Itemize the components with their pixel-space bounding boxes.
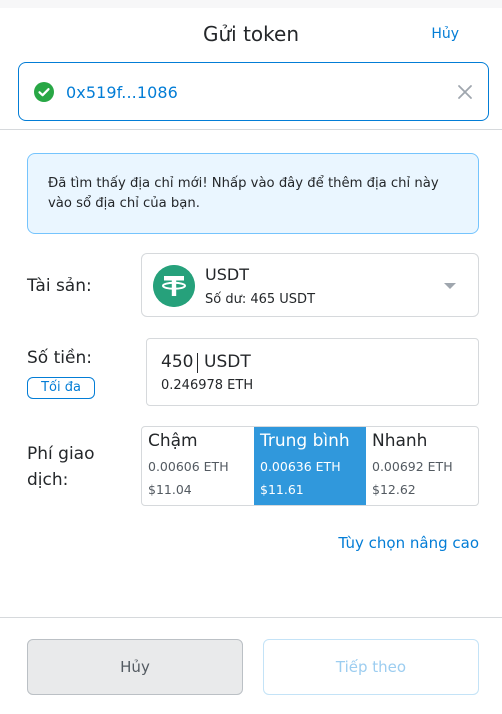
fee-option-eth: 0.00692 ETH xyxy=(372,459,453,474)
header: Gửi token Hủy 0x519f...1086 xyxy=(0,8,502,130)
fee-option-slow[interactable]: Chậm 0.00606 ETH $11.04 xyxy=(142,427,254,505)
close-icon[interactable] xyxy=(456,83,474,101)
asset-label: Tài sản: xyxy=(27,276,92,296)
fee-label-line2: dịch: xyxy=(27,470,69,490)
fee-option-name: Chậm xyxy=(148,431,198,451)
page-title: Gửi token xyxy=(202,22,299,46)
asset-selector[interactable]: USDT Số dư: 465 USDT xyxy=(141,253,479,317)
amount-value: 450 xyxy=(161,352,194,372)
header-cancel-link[interactable]: Hủy xyxy=(431,26,459,42)
send-token-panel: Gửi token Hủy 0x519f...1086 Đã tìm thấy … xyxy=(0,0,502,714)
fee-option-eth: 0.00606 ETH xyxy=(148,459,229,474)
check-circle-icon xyxy=(34,82,54,102)
asset-balance: Số dư: 465 USDT xyxy=(205,292,316,307)
recipient-address: 0x519f...1086 xyxy=(66,83,178,102)
cancel-button[interactable]: Hủy xyxy=(27,639,243,695)
caret-down-icon xyxy=(444,283,456,289)
fee-option-name: Trung bình xyxy=(260,431,350,451)
fee-option-fast[interactable]: Nhanh 0.00692 ETH $12.62 xyxy=(366,427,478,505)
amount-input[interactable]: 450 USDT 0.246978 ETH xyxy=(146,338,479,406)
tether-icon xyxy=(153,265,195,307)
fee-option-average[interactable]: Trung bình 0.00636 ETH $11.61 xyxy=(254,427,366,505)
top-shade xyxy=(0,0,502,8)
amount-converted: 0.246978 ETH xyxy=(161,378,254,393)
footer: Hủy Tiếp theo xyxy=(0,617,502,714)
recipient-address-field[interactable]: 0x519f...1086 xyxy=(18,62,489,121)
fee-label-line1: Phí giao xyxy=(27,444,95,464)
advanced-options-link[interactable]: Tùy chọn nâng cao xyxy=(338,534,479,552)
fee-option-eth: 0.00636 ETH xyxy=(260,459,341,474)
text-cursor xyxy=(197,353,198,373)
amount-unit: USDT xyxy=(204,352,251,372)
new-address-notice[interactable]: Đã tìm thấy địa chỉ mới! Nhấp vào đây để… xyxy=(27,153,479,234)
amount-label: Số tiền: xyxy=(27,348,92,368)
fee-option-name: Nhanh xyxy=(372,431,428,451)
asset-name: USDT xyxy=(205,265,249,284)
fee-option-usd: $12.62 xyxy=(372,482,416,497)
max-button[interactable]: Tối đa xyxy=(27,377,95,399)
fee-option-usd: $11.61 xyxy=(260,482,304,497)
fee-options: Chậm 0.00606 ETH $11.04 Trung bình 0.006… xyxy=(141,426,479,506)
fee-option-usd: $11.04 xyxy=(148,482,192,497)
next-button[interactable]: Tiếp theo xyxy=(263,639,479,695)
